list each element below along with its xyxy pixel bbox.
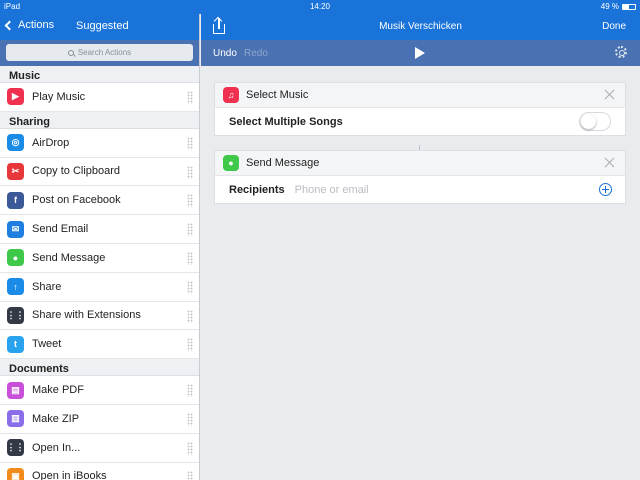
- drag-handle-icon[interactable]: [187, 91, 193, 104]
- action-list-item[interactable]: ▶ Play Music: [0, 83, 199, 112]
- search-placeholder: Search Actions: [77, 48, 132, 57]
- done-button[interactable]: Done: [602, 21, 626, 32]
- drag-handle-icon[interactable]: [187, 194, 193, 208]
- action-parameter-row: Recipients: [215, 176, 625, 203]
- drag-handle-icon[interactable]: [187, 309, 193, 323]
- drag-handle-icon[interactable]: [187, 280, 193, 294]
- action-label: Send Email: [32, 223, 89, 236]
- action-list: Music ▶ Play Music Sharing ◎ AirDrop ✂ Copy to …: [0, 66, 199, 480]
- play-music-icon: ▶: [7, 88, 24, 106]
- twitter-icon: t: [7, 335, 24, 353]
- email-icon: ✉: [7, 220, 24, 238]
- back-label: Actions: [18, 19, 55, 31]
- play-icon[interactable]: [415, 47, 425, 59]
- gear-icon[interactable]: [615, 46, 627, 58]
- redo-button[interactable]: Redo: [244, 48, 268, 59]
- facebook-icon: f: [7, 191, 24, 209]
- action-parameter-row: Select Multiple Songs: [215, 108, 625, 135]
- action-label: Open in iBooks: [32, 470, 107, 480]
- editor-toolbar: Undo Redo: [201, 40, 640, 66]
- library-title: Suggested: [76, 20, 129, 32]
- action-label: Play Music: [32, 90, 86, 103]
- pdf-icon: ▤: [7, 381, 24, 399]
- section-header: Documents: [0, 359, 199, 377]
- action-card-header[interactable]: ♫ Select Music: [215, 83, 625, 108]
- action-list-item[interactable]: ▤ Make PDF: [0, 376, 199, 405]
- action-label: Make ZIP: [32, 412, 80, 425]
- action-list-item[interactable]: ⋮⋮ Share with Extensions: [0, 301, 199, 331]
- drag-handle-icon[interactable]: [187, 165, 193, 179]
- action-card-select-music: ♫ Select Music Select Multiple Songs: [214, 82, 626, 136]
- action-list-item[interactable]: ✉ Send Email: [0, 215, 199, 244]
- select-multiple-toggle[interactable]: [579, 112, 611, 131]
- action-library-panel: Actions Suggested Search Actions Music ▶ P…: [0, 14, 200, 480]
- search-bar: Search Actions: [0, 40, 199, 66]
- airdrop-icon: ◎: [7, 134, 24, 152]
- extensions-icon: ⋮⋮: [7, 306, 25, 324]
- action-label: Share: [32, 280, 62, 293]
- battery-text: 49 %: [600, 2, 619, 11]
- parameter-label: Select Multiple Songs: [229, 115, 343, 128]
- ibooks-icon: ▣: [7, 467, 24, 480]
- action-list-item[interactable]: ● Send Message: [0, 243, 199, 273]
- action-list-item[interactable]: f Post on Facebook: [0, 186, 199, 216]
- editor-nav-bar: Musik Verschicken Done: [201, 14, 640, 40]
- action-label: Share with Extensions: [32, 309, 141, 322]
- drag-handle-icon[interactable]: [187, 251, 193, 265]
- music-icon: ♫: [223, 87, 239, 103]
- action-label: Tweet: [32, 338, 62, 351]
- action-list-item[interactable]: ▣ Open in iBooks: [0, 462, 199, 480]
- undo-button[interactable]: Undo: [213, 48, 237, 59]
- close-icon[interactable]: [604, 89, 615, 100]
- status-time: 14:20: [309, 2, 331, 11]
- status-right: 49 %: [601, 2, 636, 11]
- action-list-item[interactable]: t Tweet: [0, 330, 199, 360]
- parameter-label: Recipients: [229, 183, 285, 196]
- share-icon: ↑: [7, 278, 24, 296]
- action-label: Send Message: [32, 251, 106, 264]
- status-bar: iPad 14:20 49 %: [0, 0, 640, 14]
- drag-handle-icon[interactable]: [187, 412, 193, 426]
- message-icon: ●: [223, 155, 239, 171]
- recipients-input[interactable]: [294, 183, 575, 196]
- drag-handle-icon[interactable]: [187, 470, 193, 480]
- library-nav-bar: Actions Suggested: [0, 14, 199, 40]
- action-list-item[interactable]: ⋮⋮ Open In...: [0, 433, 199, 463]
- zip-icon: ▥: [7, 410, 24, 428]
- action-label: Open In...: [32, 441, 81, 454]
- search-input[interactable]: Search Actions: [6, 44, 193, 61]
- workflow-title: Musik Verschicken: [379, 21, 462, 32]
- action-card-send-message: ● Send Message Recipients: [214, 150, 626, 204]
- action-label: Copy to Clipboard: [32, 165, 121, 178]
- actions-back-button[interactable]: Actions: [4, 19, 55, 31]
- action-list-item[interactable]: ✂ Copy to Clipboard: [0, 157, 199, 187]
- add-recipient-icon[interactable]: [599, 183, 612, 196]
- action-label: Make PDF: [32, 384, 84, 397]
- drag-handle-icon[interactable]: [187, 338, 193, 352]
- close-icon[interactable]: [604, 157, 615, 168]
- message-icon: ●: [7, 249, 24, 267]
- action-list-item[interactable]: ↑ Share: [0, 272, 199, 302]
- section-header: Music: [0, 66, 199, 83]
- workflow-editor-panel: Musik Verschicken Done Undo Redo ♫ Selec…: [201, 14, 640, 480]
- drag-handle-icon[interactable]: [187, 441, 193, 455]
- drag-handle-icon[interactable]: [187, 384, 193, 398]
- drag-handle-icon[interactable]: [187, 223, 193, 237]
- action-label: Post on Facebook: [32, 194, 121, 207]
- drag-handle-icon[interactable]: [187, 136, 193, 150]
- clipboard-icon: ✂: [7, 162, 24, 180]
- battery-icon: [622, 3, 636, 10]
- section-header: Sharing: [0, 111, 199, 129]
- action-title: Send Message: [246, 157, 320, 169]
- action-card-header[interactable]: ● Send Message: [215, 151, 625, 176]
- open-in-icon: ⋮⋮: [7, 439, 25, 457]
- action-list-item[interactable]: ▥ Make ZIP: [0, 404, 199, 434]
- action-label: AirDrop: [32, 136, 70, 149]
- search-icon: [67, 49, 74, 56]
- action-title: Select Music: [246, 89, 309, 101]
- action-list-item[interactable]: ◎ AirDrop: [0, 128, 199, 158]
- chevron-left-icon: [4, 20, 15, 30]
